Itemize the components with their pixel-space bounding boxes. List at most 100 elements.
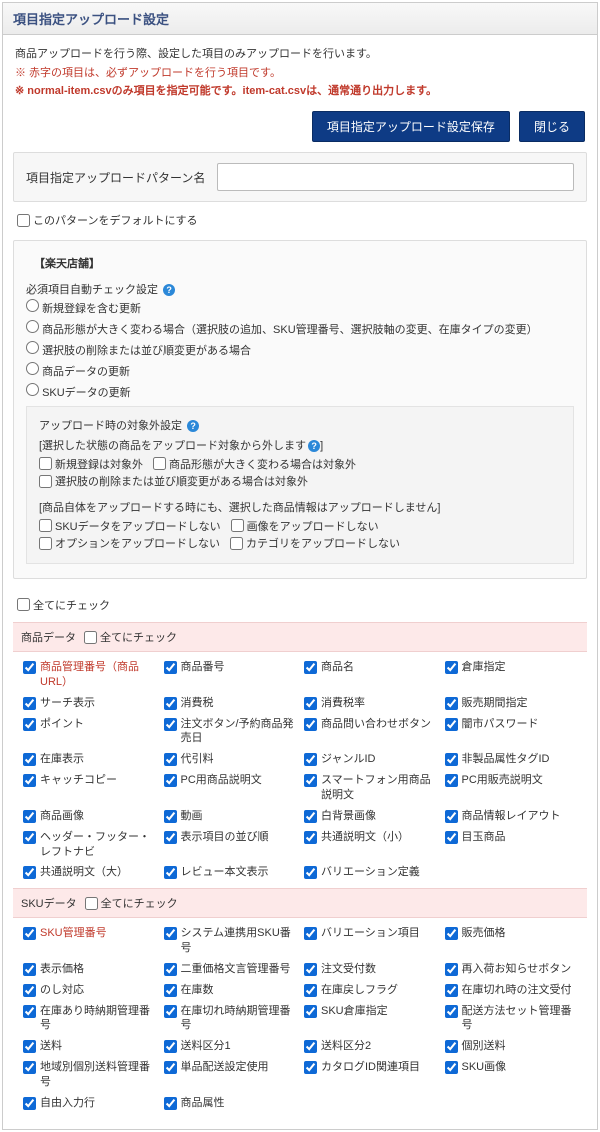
field-checkbox[interactable] xyxy=(304,810,317,823)
required-radio-input[interactable] xyxy=(26,299,39,312)
default-pattern-checkbox-input[interactable] xyxy=(17,214,30,227)
field-checkbox[interactable] xyxy=(304,718,317,731)
field-checkbox[interactable] xyxy=(23,927,36,940)
check-all[interactable]: 全てにチェック xyxy=(17,597,110,613)
field-cell: 動画 xyxy=(164,809,297,824)
field-checkbox[interactable] xyxy=(164,866,177,879)
field-checkbox[interactable] xyxy=(304,1040,317,1053)
pattern-name-input[interactable] xyxy=(217,163,574,191)
field-checkbox[interactable] xyxy=(164,984,177,997)
exclude-checkbox-input[interactable] xyxy=(230,537,243,550)
field-label: 送料区分2 xyxy=(321,1039,371,1054)
required-radio[interactable]: 商品データの更新 xyxy=(26,362,574,379)
field-checkbox[interactable] xyxy=(445,963,458,976)
field-checkbox[interactable] xyxy=(164,1040,177,1053)
field-checkbox[interactable] xyxy=(164,1061,177,1074)
field-label: 消費税 xyxy=(181,696,214,711)
field-checkbox[interactable] xyxy=(164,774,177,787)
field-label: 販売価格 xyxy=(462,926,506,941)
check-all-label: 全てにチェック xyxy=(33,597,110,613)
help-icon[interactable]: ? xyxy=(187,420,199,432)
exclude-checkbox[interactable]: 選択肢の削除または並び順変更がある場合は対象外 xyxy=(39,473,308,489)
field-checkbox[interactable] xyxy=(23,1040,36,1053)
exclude-checkbox[interactable]: SKUデータをアップロードしない xyxy=(39,518,221,534)
field-checkbox[interactable] xyxy=(445,1040,458,1053)
help-icon[interactable]: ? xyxy=(163,284,175,296)
field-checkbox[interactable] xyxy=(304,774,317,787)
field-checkbox[interactable] xyxy=(164,831,177,844)
field-checkbox[interactable] xyxy=(445,831,458,844)
default-pattern-checkbox[interactable]: このパターンをデフォルトにする xyxy=(17,212,198,228)
field-checkbox[interactable] xyxy=(164,753,177,766)
field-checkbox[interactable] xyxy=(23,697,36,710)
check-all-input[interactable] xyxy=(17,598,30,611)
group-check-all-input[interactable] xyxy=(85,897,98,910)
field-checkbox[interactable] xyxy=(164,697,177,710)
exclude-checkbox-input[interactable] xyxy=(39,457,52,470)
group-check-all-input[interactable] xyxy=(84,631,97,644)
field-checkbox[interactable] xyxy=(304,866,317,879)
exclude-checkbox[interactable]: カテゴリをアップロードしない xyxy=(230,535,400,551)
exclude-checkbox-input[interactable] xyxy=(39,537,52,550)
field-checkbox[interactable] xyxy=(304,1005,317,1018)
field-checkbox[interactable] xyxy=(304,661,317,674)
field-checkbox[interactable] xyxy=(164,963,177,976)
field-checkbox[interactable] xyxy=(23,810,36,823)
field-checkbox[interactable] xyxy=(304,831,317,844)
field-checkbox[interactable] xyxy=(164,927,177,940)
field-checkbox[interactable] xyxy=(445,774,458,787)
field-checkbox[interactable] xyxy=(164,810,177,823)
field-checkbox[interactable] xyxy=(445,927,458,940)
help-icon[interactable]: ? xyxy=(308,440,320,452)
exclude-checkbox-input[interactable] xyxy=(39,475,52,488)
field-checkbox[interactable] xyxy=(164,718,177,731)
exclude-checkbox-input[interactable] xyxy=(39,519,52,532)
required-radio-input[interactable] xyxy=(26,383,39,396)
field-checkbox[interactable] xyxy=(445,718,458,731)
required-radio-input[interactable] xyxy=(26,362,39,375)
exclude-checkbox-input[interactable] xyxy=(231,519,244,532)
field-checkbox[interactable] xyxy=(23,1061,36,1074)
field-checkbox[interactable] xyxy=(23,831,36,844)
field-checkbox[interactable] xyxy=(445,810,458,823)
field-checkbox[interactable] xyxy=(164,1097,177,1110)
required-radio[interactable]: 選択肢の削除または並び順変更がある場合 xyxy=(26,341,574,358)
field-checkbox[interactable] xyxy=(445,753,458,766)
required-radio-input[interactable] xyxy=(26,341,39,354)
field-checkbox[interactable] xyxy=(164,1005,177,1018)
field-checkbox[interactable] xyxy=(304,927,317,940)
required-radio[interactable]: 商品形態が大きく変わる場合（選択肢の追加、SKU管理番号、選択肢軸の変更、在庫タ… xyxy=(26,320,574,337)
field-checkbox[interactable] xyxy=(23,1097,36,1110)
field-checkbox[interactable] xyxy=(23,866,36,879)
exclude-checkbox[interactable]: オプションをアップロードしない xyxy=(39,535,220,551)
field-checkbox[interactable] xyxy=(23,963,36,976)
exclude-checkbox[interactable]: 新規登録は対象外 xyxy=(39,456,143,472)
field-checkbox[interactable] xyxy=(23,718,36,731)
field-checkbox[interactable] xyxy=(23,774,36,787)
field-checkbox[interactable] xyxy=(445,984,458,997)
required-radio[interactable]: SKUデータの更新 xyxy=(26,383,574,400)
group-check-all[interactable]: 全てにチェック xyxy=(84,629,177,645)
exclude-checkbox-input[interactable] xyxy=(153,457,166,470)
field-checkbox[interactable] xyxy=(304,697,317,710)
field-checkbox[interactable] xyxy=(23,661,36,674)
field-checkbox[interactable] xyxy=(23,753,36,766)
close-button[interactable]: 閉じる xyxy=(519,111,585,142)
field-checkbox[interactable] xyxy=(445,697,458,710)
field-checkbox[interactable] xyxy=(23,1005,36,1018)
field-checkbox[interactable] xyxy=(164,661,177,674)
required-radio[interactable]: 新規登録を含む更新 xyxy=(26,299,574,316)
field-checkbox[interactable] xyxy=(304,984,317,997)
exclude-checkbox[interactable]: 画像をアップロードしない xyxy=(231,518,379,534)
field-checkbox[interactable] xyxy=(445,1005,458,1018)
required-radio-input[interactable] xyxy=(26,320,39,333)
field-checkbox[interactable] xyxy=(304,1061,317,1074)
field-checkbox[interactable] xyxy=(445,1061,458,1074)
exclude-checkbox[interactable]: 商品形態が大きく変わる場合は対象外 xyxy=(153,456,356,472)
group-check-all[interactable]: 全てにチェック xyxy=(85,895,178,911)
field-checkbox[interactable] xyxy=(304,753,317,766)
field-checkbox[interactable] xyxy=(304,963,317,976)
field-checkbox[interactable] xyxy=(23,984,36,997)
save-button[interactable]: 項目指定アップロード設定保存 xyxy=(312,111,510,142)
field-checkbox[interactable] xyxy=(445,661,458,674)
